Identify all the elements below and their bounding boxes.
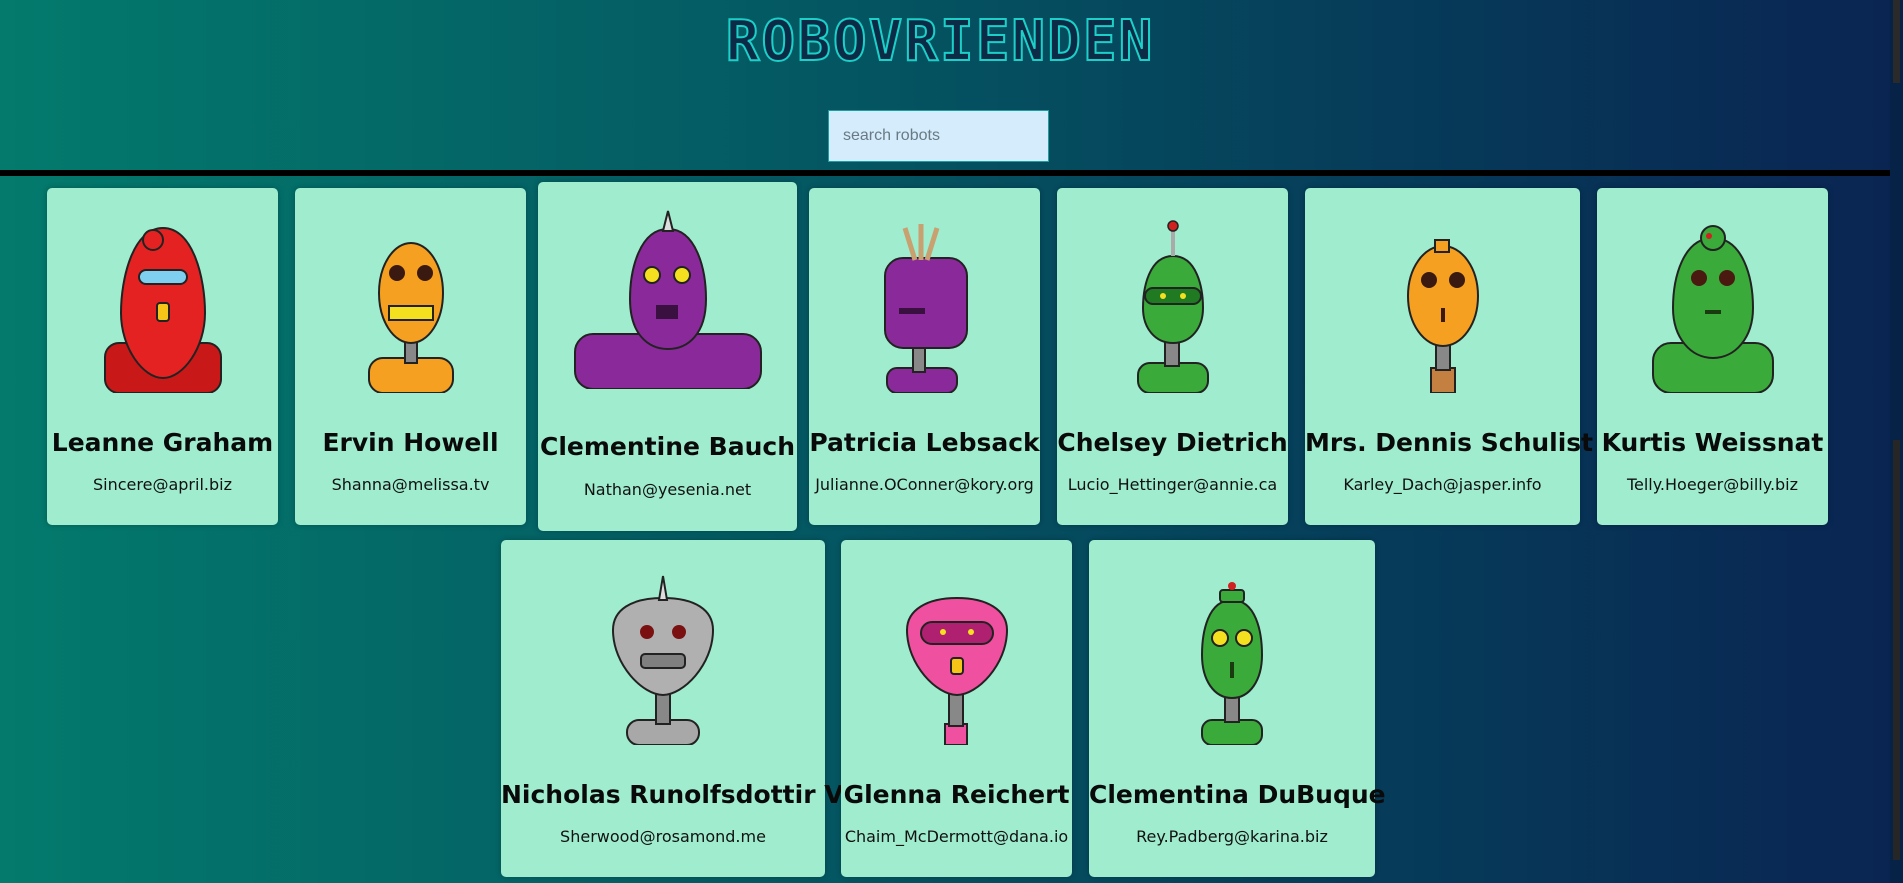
robot-email: Lucio_Hettinger@annie.ca (1067, 475, 1278, 494)
robot-avatar (1057, 208, 1288, 393)
robot-email: Karley_Dach@jasper.info (1343, 475, 1542, 494)
robot-card[interactable]: Clementine Bauch Nathan@yesenia.net (538, 182, 797, 531)
gray-robot-icon (611, 575, 715, 745)
robot-card[interactable]: Leanne Graham Sincere@april.biz (47, 188, 278, 525)
robot-name: Leanne Graham (51, 428, 274, 457)
robot-email: Julianne.OConner@kory.org (815, 475, 1034, 494)
purple-robot-icon (573, 210, 762, 389)
robot-avatar (1597, 208, 1828, 393)
robot-card[interactable]: Kurtis Weissnat Telly.Hoeger@billy.biz (1597, 188, 1828, 525)
orange-robot-icon (367, 242, 454, 393)
robot-email: Rey.Padberg@karina.biz (1136, 827, 1328, 846)
robot-avatar (538, 204, 797, 389)
red-robot-icon (103, 226, 222, 393)
robot-name: Patricia Lebsack (809, 428, 1040, 457)
robot-avatar (1089, 560, 1375, 745)
scrollbar[interactable] (1890, 0, 1903, 883)
green-robot-icon (1136, 220, 1209, 393)
robot-avatar (809, 208, 1040, 393)
robot-name: Chelsey Dietrich (1057, 428, 1288, 457)
robot-name: Glenna Reichert (843, 780, 1070, 809)
robot-avatar (1305, 208, 1580, 393)
green-robot-icon (1200, 582, 1264, 745)
robot-card[interactable]: Chelsey Dietrich Lucio_Hettinger@annie.c… (1057, 188, 1288, 525)
robot-email: Chaim_McDermott@dana.io (844, 827, 1069, 846)
orange-robot-icon (1406, 239, 1479, 393)
robot-email: Telly.Hoeger@billy.biz (1626, 475, 1799, 494)
robot-name: Mrs. Dennis Schulist (1305, 428, 1594, 457)
robot-avatar (295, 208, 526, 393)
robot-card[interactable]: Nicholas Runolfsdottir V Sherwood@rosamo… (501, 540, 844, 877)
robot-name: Ervin Howell (322, 428, 499, 457)
robot-card[interactable]: Ervin Howell Shanna@melissa.tv (295, 188, 526, 525)
search-input[interactable] (828, 110, 1049, 162)
robot-email: Shanna@melissa.tv (331, 475, 490, 494)
robot-email: Nathan@yesenia.net (583, 480, 752, 499)
robot-avatar (841, 560, 1072, 745)
robot-name: Nicholas Runolfsdottir V (501, 780, 844, 809)
purple-robot-icon (883, 224, 968, 393)
robot-name: Kurtis Weissnat (1601, 428, 1824, 457)
scrollbar-thumb[interactable] (1893, 0, 1900, 83)
robot-card[interactable]: Patricia Lebsack Julianne.OConner@kory.o… (809, 188, 1040, 525)
pink-robot-icon (905, 596, 1008, 745)
robot-email: Sherwood@rosamond.me (560, 827, 766, 846)
robot-name: Clementina DuBuque (1089, 780, 1386, 809)
robot-avatar (501, 560, 825, 745)
robot-name: Clementine Bauch (540, 432, 795, 461)
scrollbar-thumb-lower[interactable] (1893, 440, 1900, 860)
header-divider (0, 170, 1890, 176)
green-robot-icon (1651, 225, 1774, 393)
robot-email: Sincere@april.biz (93, 475, 232, 494)
app-title: ROBOVRIENDEN (725, 9, 1155, 74)
robot-card[interactable]: Glenna Reichert Chaim_McDermott@dana.io (841, 540, 1072, 877)
robot-card[interactable]: Clementina DuBuque Rey.Padberg@karina.bi… (1089, 540, 1386, 877)
robot-card[interactable]: Mrs. Dennis Schulist Karley_Dach@jasper.… (1305, 188, 1594, 525)
robot-avatar (47, 208, 278, 393)
